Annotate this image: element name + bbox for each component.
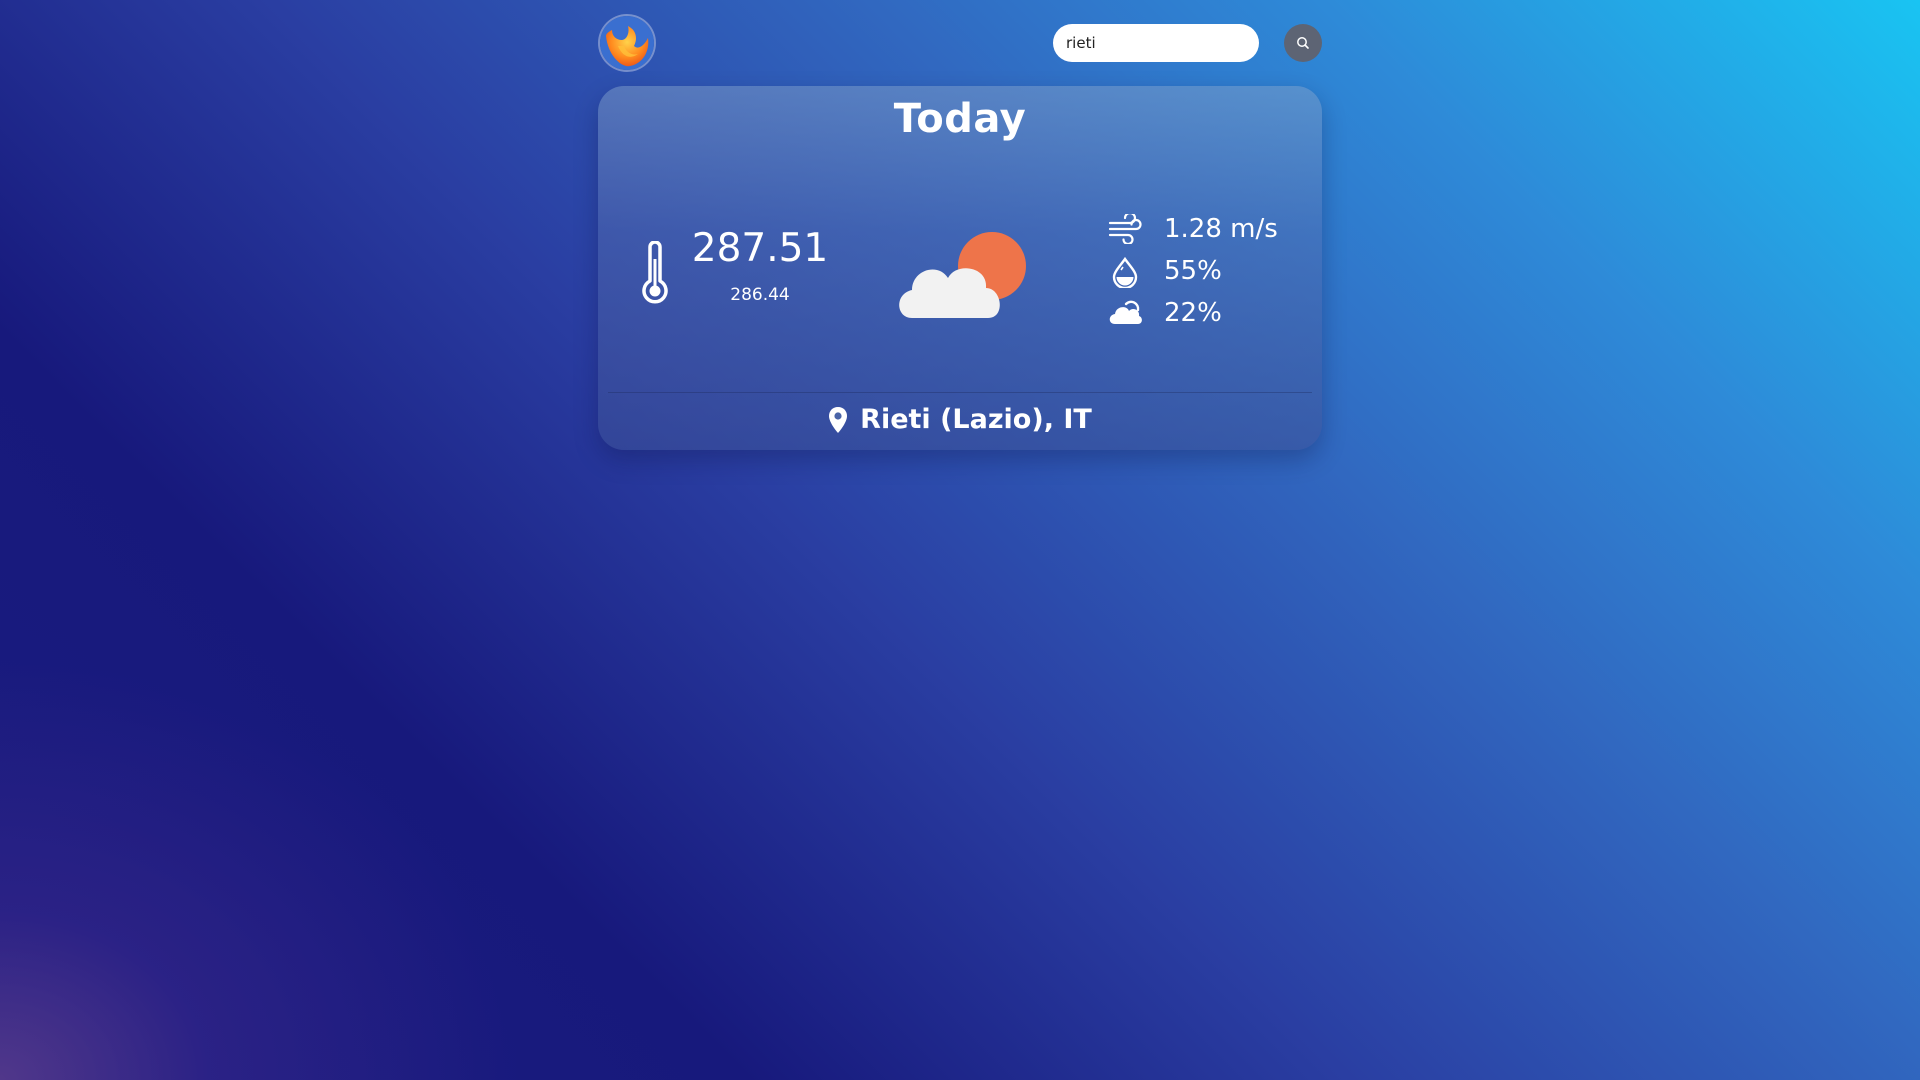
location-label: Rieti (Lazio), IT [860, 404, 1092, 435]
temperature-value: 287.51 [691, 226, 829, 271]
cloud-icon [1109, 300, 1142, 324]
weather-card: Today 287.51 286.44 1.28 m/s 55% 22% Rie… [598, 86, 1322, 450]
search-button[interactable] [1284, 24, 1322, 62]
app-logo [600, 16, 654, 70]
location-row: Rieti (Lazio), IT [598, 404, 1322, 435]
card-title: Today [893, 96, 1027, 142]
wind-value: 1.28 m/s [1164, 214, 1278, 244]
search-input[interactable] [1053, 24, 1259, 62]
thermometer-icon [642, 241, 668, 304]
humidity-drop-icon [1112, 256, 1138, 288]
partly-cloudy-icon [899, 232, 1026, 318]
feels-like-value: 286.44 [730, 285, 790, 305]
wind-icon [1108, 214, 1142, 244]
card-divider [608, 392, 1312, 393]
humidity-value: 55% [1164, 256, 1222, 286]
magnifier-icon [1297, 37, 1309, 49]
cloudiness-value: 22% [1164, 298, 1222, 328]
logo-icon [600, 16, 654, 70]
map-pin-icon [829, 406, 848, 433]
